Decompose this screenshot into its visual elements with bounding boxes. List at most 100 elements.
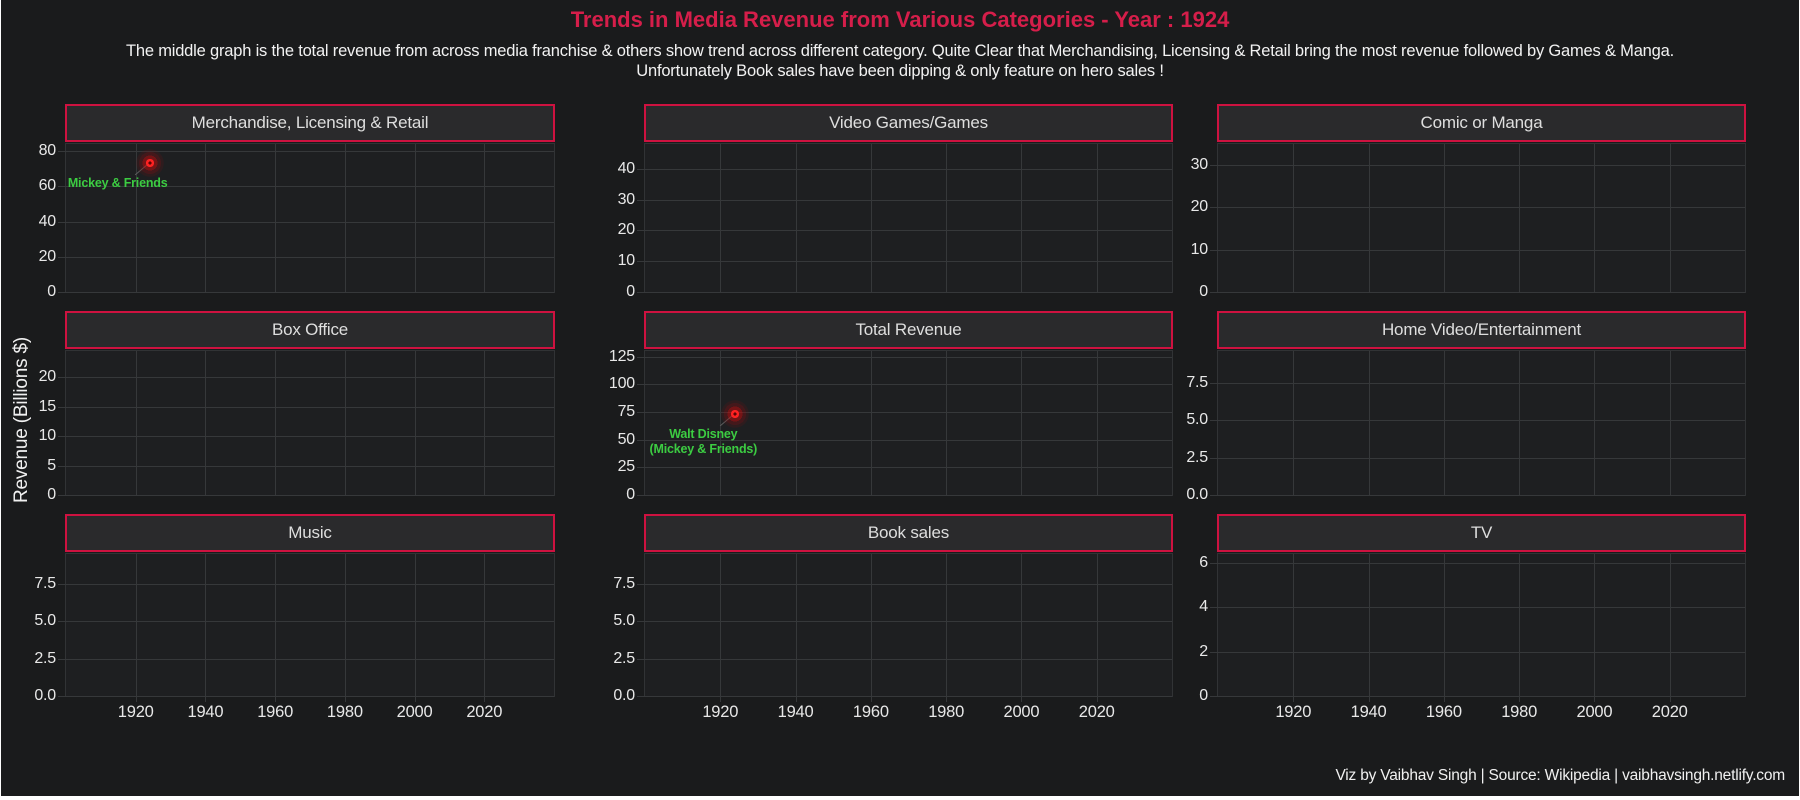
annotation-label: Walt Disney (Mickey & Friends) <box>650 427 758 457</box>
x-tick-label: 2000 <box>1003 703 1040 721</box>
x-gridline <box>344 554 346 702</box>
x-tick-label: 2020 <box>1651 703 1688 721</box>
y-tick-label: 125 <box>608 347 635 365</box>
y-gridline <box>637 199 1172 201</box>
data-point[interactable] <box>721 400 750 429</box>
y-tick-label: 15 <box>38 397 57 415</box>
x-tick-label: 1960 <box>1425 703 1462 721</box>
annotation-label-line: Walt Disney <box>669 427 738 442</box>
subplot-music: Music 1920 1940 1960 1980 2000 2020 7.5 5.0 2.5 0… <box>34 514 555 721</box>
chart-title-total-revenue: Total Revenue <box>644 311 1173 349</box>
y-tick-label: 0.0 <box>34 687 56 704</box>
x-gridline <box>1293 351 1295 495</box>
y-tick-label: 0 <box>626 486 635 503</box>
y-gridline <box>58 221 554 223</box>
x-gridline <box>1594 554 1596 702</box>
y-tick-label: 30 <box>617 190 636 208</box>
x-tick-label: 2020 <box>1078 703 1115 721</box>
x-gridline <box>1519 351 1521 495</box>
figure-subtitle: The middle graph is the total revenue fr… <box>1 41 1799 81</box>
chart-title-book-sales: Book sales <box>644 514 1173 552</box>
chart-title-video-games: Video Games/Games <box>644 104 1173 142</box>
y-gridline <box>58 436 554 438</box>
y-gridline <box>637 261 1172 263</box>
y-tick-label: 5.0 <box>1186 411 1208 428</box>
y-tick-label: 0 <box>626 283 635 300</box>
y-gridline <box>637 356 1172 358</box>
y-gridline <box>1210 382 1745 384</box>
y-gridline <box>1210 420 1745 421</box>
y-gridline <box>1210 607 1745 609</box>
subplot-home-video: Home Video/Entertainment 7.5 5.0 2.5 0.0 <box>1186 311 1746 503</box>
y-tick-label: 80 <box>38 142 57 160</box>
x-gridline <box>135 351 137 495</box>
x-gridline <box>795 351 797 495</box>
y-gridline <box>1210 292 1745 293</box>
y-gridline <box>1210 165 1745 167</box>
y-tick-label: 25 <box>617 458 636 476</box>
x-gridline <box>414 554 416 702</box>
y-tick-label: 2.5 <box>1186 448 1208 466</box>
annotation-label-line: Mickey & Friends <box>67 176 168 191</box>
subtitle-line-1: The middle graph is the total revenue fr… <box>125 42 1674 60</box>
subplot-merchandise-licensing-retail: Merchandise, Licensing & Retail 80 60 40 20… <box>39 104 555 300</box>
data-point[interactable] <box>135 149 164 178</box>
y-tick-label: 0 <box>1199 687 1208 704</box>
x-gridline <box>1594 351 1596 495</box>
y-gridline <box>637 230 1172 232</box>
y-gridline <box>58 658 554 660</box>
figure-title: Trends in Media Revenue from Various Cat… <box>570 7 1230 32</box>
x-gridline <box>720 144 722 292</box>
y-gridline <box>1210 249 1745 251</box>
x-gridline <box>205 144 207 292</box>
y-tick-label: 20 <box>38 368 57 386</box>
y-gridline <box>637 583 1172 585</box>
x-tick-label: 1980 <box>326 703 363 721</box>
x-gridline <box>1594 144 1596 292</box>
y-tick-label: 2.5 <box>613 649 635 667</box>
x-gridline <box>795 144 797 292</box>
y-tick-label: 20 <box>38 247 57 265</box>
x-gridline <box>1021 351 1023 495</box>
x-gridline <box>1293 144 1295 292</box>
x-gridline <box>1096 351 1098 495</box>
x-gridline <box>1669 144 1671 292</box>
x-tick-label: 1920 <box>117 703 154 721</box>
chart-title-box-office: Box Office <box>65 311 555 349</box>
y-tick-label: 5.0 <box>613 612 635 630</box>
x-tick-label: 1920 <box>1275 703 1312 721</box>
y-gridline <box>637 658 1172 660</box>
credit-footer: Viz by Vaibhav Singh | Source: Wikipedia… <box>1335 767 1785 784</box>
plot-area-home-video: 7.5 5.0 2.5 0.0 <box>1186 350 1746 503</box>
y-tick-label: 5 <box>47 456 56 474</box>
annotation-label-line: (Mickey & Friends) <box>649 442 758 457</box>
chart-title-tv: TV <box>1217 514 1746 552</box>
x-gridline <box>1021 144 1023 292</box>
y-gridline <box>637 467 1172 469</box>
x-gridline <box>205 554 207 702</box>
subtitle-line-2: Unfortunately Book sales have been dippi… <box>636 62 1164 80</box>
y-gridline <box>637 495 1172 496</box>
plot-area-music: 1920 1940 1960 1980 2000 2020 7.5 5.0 2.5 0.0 <box>34 553 555 721</box>
y-tick-label: 0.0 <box>613 687 635 704</box>
plot-area-tv: 1920 1940 1960 1980 2000 2020 6 4 2 0 <box>1199 553 1746 721</box>
x-gridline <box>484 554 486 702</box>
y-gridline <box>1210 651 1745 653</box>
y-tick-label: 7.5 <box>613 574 635 592</box>
y-gridline <box>58 495 554 496</box>
x-gridline <box>1669 351 1671 495</box>
y-tick-label: 10 <box>1190 240 1209 258</box>
y-tick-label: 100 <box>608 375 635 393</box>
x-tick-label: 2000 <box>396 703 433 721</box>
subplot-book-sales: Book sales 1920 1940 1960 1980 2000 2020 7.5 5.… <box>613 514 1173 721</box>
x-gridline <box>1443 554 1445 702</box>
y-tick-label: 0 <box>47 486 56 503</box>
y-gridline <box>58 465 554 467</box>
y-gridline <box>58 377 554 379</box>
x-gridline <box>1096 554 1098 702</box>
y-gridline <box>58 292 554 293</box>
x-gridline <box>946 554 948 702</box>
x-gridline <box>870 351 872 495</box>
y-tick-label: 60 <box>38 177 57 195</box>
y-gridline <box>637 411 1172 413</box>
